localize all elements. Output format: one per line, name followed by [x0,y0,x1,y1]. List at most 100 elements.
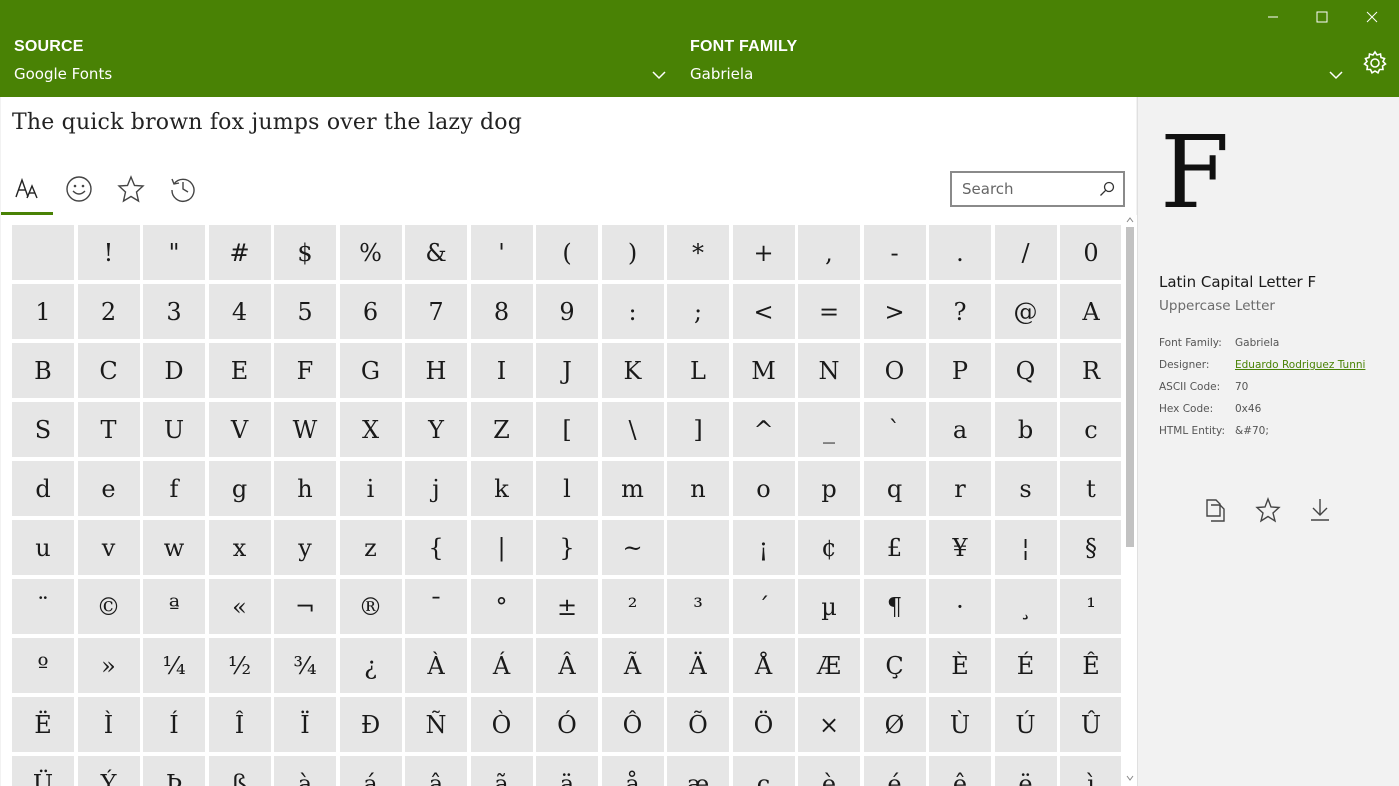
glyph-cell[interactable]: q [863,461,926,516]
glyph-cell[interactable]: v [77,520,140,575]
glyph-cell[interactable]: : [601,284,664,339]
glyph-cell[interactable]: Ï [274,697,336,752]
glyph-cell[interactable]: º [12,638,74,693]
glyph-cell[interactable]: » [77,638,140,693]
glyph-cell[interactable]: ² [601,579,664,634]
glyph-cell[interactable]: + [732,225,795,280]
glyph-cell[interactable]: ? [929,284,991,339]
glyph-cell[interactable]: Î [208,697,271,752]
glyph-cell[interactable]: È [929,638,991,693]
glyph-cell[interactable]: ¬ [274,579,336,634]
glyph-cell[interactable]: t [1060,461,1121,516]
glyph-cell[interactable]: · [929,579,991,634]
search-box[interactable] [950,171,1125,207]
glyph-cell[interactable]: Æ [798,638,860,693]
glyph-cell[interactable]: ì [1060,756,1121,786]
glyph-cell[interactable]: y [274,520,336,575]
glyph-cell[interactable]: > [863,284,926,339]
glyph-cell[interactable]: / [994,225,1057,280]
glyph-cell[interactable]: ¡ [732,520,795,575]
glyph-cell[interactable]: Z [470,402,533,457]
glyph-cell[interactable]: ¢ [798,520,860,575]
glyph-cell[interactable]: D [143,343,205,398]
glyph-cell[interactable]: Ü [12,756,74,786]
glyph-cell[interactable]: 5 [274,284,336,339]
glyph-cell[interactable]: ½ [208,638,271,693]
glyph-cell[interactable]: < [732,284,795,339]
glyph-cell[interactable] [667,520,729,575]
glyph-cell[interactable]: , [798,225,860,280]
glyph-cell[interactable]: ! [77,225,140,280]
glyph-cell[interactable]: 8 [470,284,533,339]
glyph-cell[interactable]: æ [667,756,729,786]
glyph-cell[interactable]: " [143,225,205,280]
glyph-cell[interactable]: Ñ [405,697,467,752]
glyph-cell[interactable]: £ [863,520,926,575]
glyph-cell[interactable]: z [339,520,402,575]
glyph-cell[interactable]: ^ [732,402,795,457]
glyph-cell[interactable]: ª [143,579,205,634]
glyph-cell[interactable]: N [798,343,860,398]
glyph-cell[interactable]: ` [863,402,926,457]
glyph-cell[interactable]: ¸ [994,579,1057,634]
glyph-cell[interactable]: 7 [405,284,467,339]
glyph-cell[interactable]: 9 [536,284,598,339]
glyph-cell[interactable]: Í [143,697,205,752]
glyph-cell[interactable]: ç [732,756,795,786]
glyph-cell[interactable]: j [405,461,467,516]
glyph-cell[interactable]: M [732,343,795,398]
glyph-cell[interactable]: @ [994,284,1057,339]
glyph-cell[interactable]: A [1060,284,1121,339]
glyph-cell[interactable]: Â [536,638,598,693]
glyph-cell[interactable]: Û [1060,697,1121,752]
glyph-cell[interactable]: Õ [667,697,729,752]
glyph-cell[interactable]: Ö [732,697,795,752]
glyph-cell[interactable]: { [405,520,467,575]
maximize-button[interactable] [1298,0,1346,34]
glyph-cell[interactable]: h [274,461,336,516]
glyph-cell[interactable]: ¦ [994,520,1057,575]
glyph-cell[interactable]: G [339,343,402,398]
glyph-cell[interactable]: à [274,756,336,786]
glyph-cell[interactable]: É [994,638,1057,693]
glyph-cell[interactable]: r [929,461,991,516]
glyph-cell[interactable]: 3 [143,284,205,339]
glyph-cell[interactable]: ( [536,225,598,280]
glyph-cell[interactable]: X [339,402,402,457]
glyph-cell[interactable]: K [601,343,664,398]
glyph-cell[interactable]: H [405,343,467,398]
glyph-cell[interactable]: Ä [667,638,729,693]
glyph-cell[interactable]: T [77,402,140,457]
glyph-cell[interactable]: é [863,756,926,786]
glyph-cell[interactable]: m [601,461,664,516]
glyph-cell[interactable]: ¾ [274,638,336,693]
glyph-cell[interactable]: ¹ [1060,579,1121,634]
glyph-cell[interactable]: & [405,225,467,280]
tab-history[interactable] [157,165,209,213]
glyph-cell[interactable]: E [208,343,271,398]
glyph-cell[interactable]: µ [798,579,860,634]
glyph-cell[interactable]: k [470,461,533,516]
glyph-cell[interactable]: Ý [77,756,140,786]
download-icon[interactable] [1307,497,1333,523]
glyph-cell[interactable]: e [77,461,140,516]
glyph-cell[interactable]: w [143,520,205,575]
close-button[interactable] [1348,0,1396,34]
glyph-cell[interactable]: * [667,225,729,280]
glyph-cell[interactable]: ± [536,579,598,634]
glyph-cell[interactable]: c [1060,402,1121,457]
chevron-down-icon[interactable] [651,67,667,83]
glyph-cell[interactable]: F [274,343,336,398]
glyph-cell[interactable]: d [12,461,74,516]
glyph-cell[interactable]: [ [536,402,598,457]
add-favorite-star-icon[interactable] [1255,497,1281,523]
glyph-cell[interactable]: P [929,343,991,398]
glyph-cell[interactable]: ° [470,579,533,634]
designer-link[interactable]: Eduardo Rodriguez Tunni [1235,359,1365,371]
search-input[interactable] [952,173,1092,205]
glyph-cell[interactable]: } [536,520,598,575]
glyph-cell[interactable]: L [667,343,729,398]
glyph-cell[interactable]: Ú [994,697,1057,752]
glyph-cell[interactable]: Q [994,343,1057,398]
glyph-cell[interactable]: C [77,343,140,398]
